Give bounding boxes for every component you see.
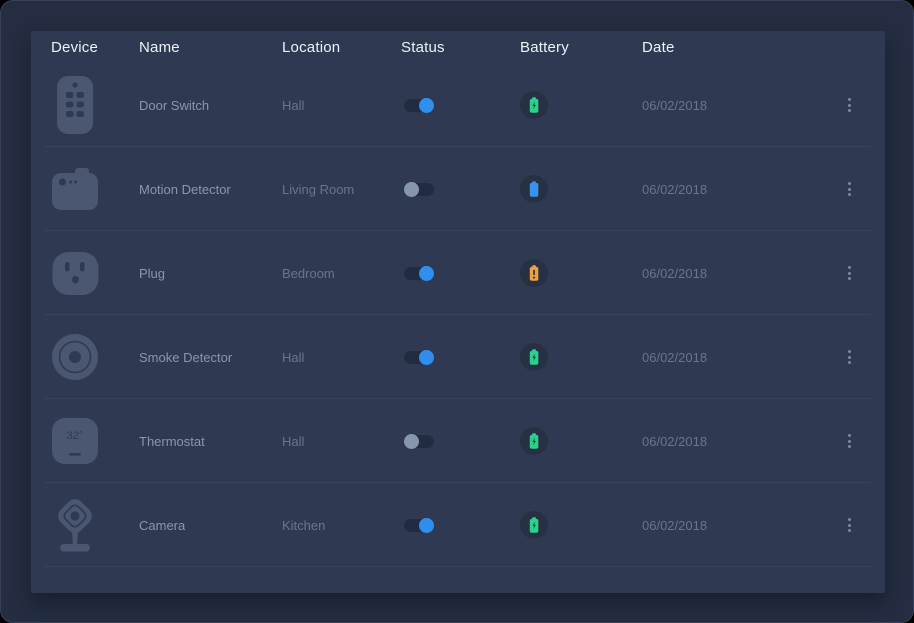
plug-icon [51, 251, 99, 296]
toggle-knob [419, 98, 434, 113]
toggle-knob [419, 350, 434, 365]
battery-charging-icon [520, 427, 548, 455]
kebab-menu-icon[interactable] [843, 94, 856, 116]
svg-text:32°: 32° [67, 430, 84, 442]
status-toggle[interactable] [404, 434, 434, 449]
status-toggle[interactable] [404, 98, 434, 113]
motion-detector-icon [51, 168, 99, 210]
kebab-menu-icon[interactable] [843, 178, 856, 200]
battery-charging-icon [520, 343, 548, 371]
device-date: 06/02/2018 [642, 350, 707, 365]
device-location: Hall [282, 350, 304, 365]
table-row: 32° Thermostat Hall 06/02/2018 [31, 399, 885, 483]
device-name: Motion Detector [139, 182, 231, 197]
device-location: Hall [282, 98, 304, 113]
column-header-status: Status [401, 39, 520, 56]
column-header-date: Date [642, 39, 843, 56]
device-name: Camera [139, 518, 185, 533]
kebab-menu-icon[interactable] [843, 346, 856, 368]
table-body: Door Switch Hall 06/02/2018 Motion Dete [31, 63, 885, 567]
table-row: Motion Detector Living Room 06/02/2018 [31, 147, 885, 231]
door-switch-icon [51, 75, 99, 135]
kebab-menu-icon[interactable] [843, 514, 856, 536]
device-name: Plug [139, 266, 165, 281]
battery-charging-icon [520, 511, 548, 539]
toggle-knob [404, 434, 419, 449]
column-header-device: Device [51, 39, 139, 56]
table-row: Camera Kitchen 06/02/2018 [31, 483, 885, 567]
table-row: Door Switch Hall 06/02/2018 [31, 63, 885, 147]
device-date: 06/02/2018 [642, 434, 707, 449]
column-header-battery: Battery [520, 39, 642, 56]
device-location: Bedroom [282, 266, 335, 281]
device-location: Kitchen [282, 518, 325, 533]
toggle-knob [404, 182, 419, 197]
device-date: 06/02/2018 [642, 266, 707, 281]
status-toggle[interactable] [404, 182, 434, 197]
battery-low-icon [520, 259, 548, 287]
column-header-location: Location [282, 39, 401, 56]
battery-full-icon [520, 175, 548, 203]
device-name: Smoke Detector [139, 350, 232, 365]
device-name: Door Switch [139, 98, 209, 113]
device-date: 06/02/2018 [642, 98, 707, 113]
device-date: 06/02/2018 [642, 518, 707, 533]
app-window: Device Name Location Status Battery Date… [0, 0, 914, 623]
status-toggle[interactable] [404, 350, 434, 365]
table-row: Smoke Detector Hall 06/02/2018 [31, 315, 885, 399]
toggle-knob [419, 266, 434, 281]
toggle-knob [419, 518, 434, 533]
device-name: Thermostat [139, 434, 205, 449]
camera-icon [51, 495, 99, 555]
device-location: Hall [282, 434, 304, 449]
table-row: Plug Bedroom 06/02/2018 [31, 231, 885, 315]
status-toggle[interactable] [404, 518, 434, 533]
thermostat-icon: 32° [51, 418, 99, 464]
smoke-detector-icon [51, 334, 99, 380]
device-location: Living Room [282, 182, 354, 197]
column-header-name: Name [139, 39, 282, 56]
battery-charging-icon [520, 91, 548, 119]
device-table-card: Device Name Location Status Battery Date… [31, 31, 885, 593]
kebab-menu-icon[interactable] [843, 262, 856, 284]
table-header-row: Device Name Location Status Battery Date [31, 31, 885, 63]
kebab-menu-icon[interactable] [843, 430, 856, 452]
device-date: 06/02/2018 [642, 182, 707, 197]
status-toggle[interactable] [404, 266, 434, 281]
